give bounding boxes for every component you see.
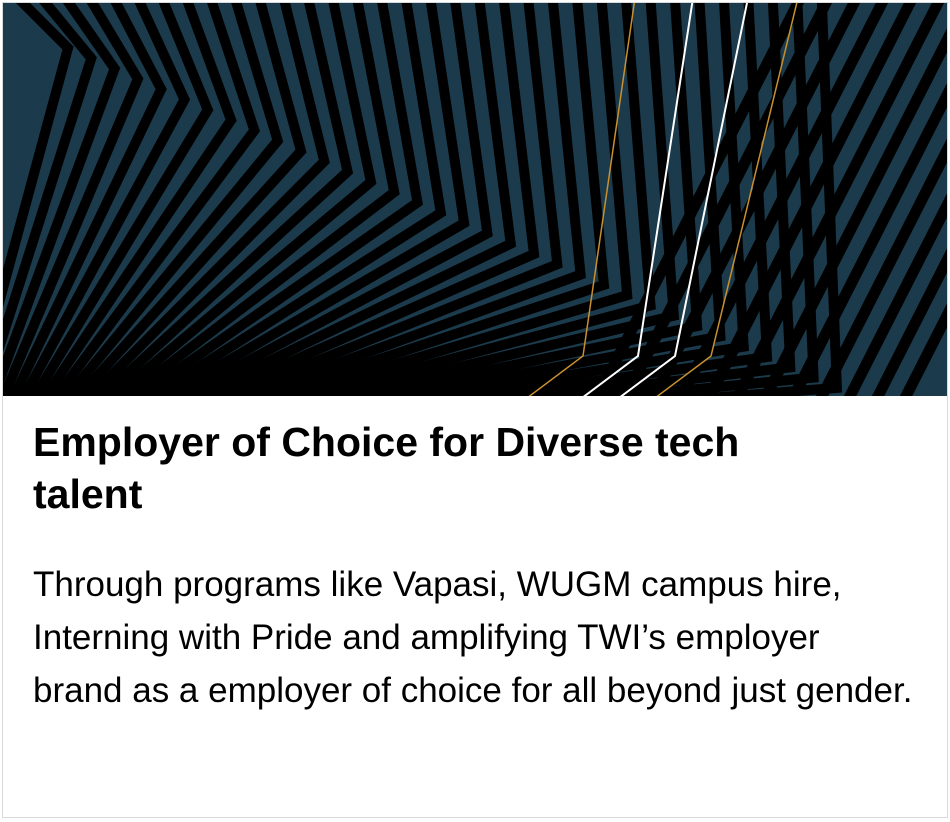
card-content: Employer of Choice for Diverse tech tale… <box>3 416 947 717</box>
chevron-pattern-graphic <box>3 3 947 396</box>
card-title: Employer of Choice for Diverse tech tale… <box>33 419 740 517</box>
card-description: Through programs like Vapasi, WUGM campu… <box>33 565 913 710</box>
feature-card: Employer of Choice for Diverse tech tale… <box>2 2 948 818</box>
banner-image <box>3 3 947 396</box>
